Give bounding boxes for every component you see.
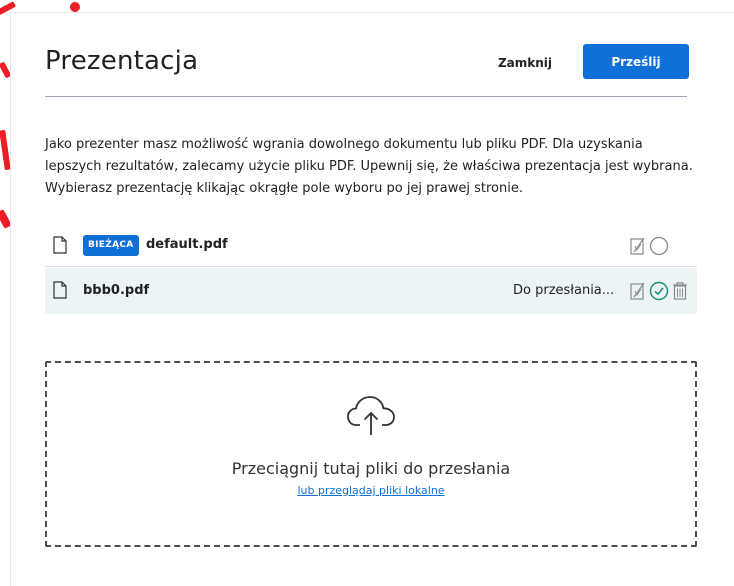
close-button[interactable]: Zamknij: [487, 46, 563, 78]
file-row: BIEŻĄCA default.pdf: [45, 226, 697, 267]
radio-icon[interactable]: [649, 236, 669, 256]
file-icon: [53, 236, 67, 254]
modal-title: Prezentacja: [45, 46, 199, 76]
file-dropzone[interactable]: Przeciągnij tutaj pliki do przesłania lu…: [45, 361, 697, 547]
dropzone-text: Przeciągnij tutaj pliki do przesłania: [231, 459, 511, 478]
file-row: bbb0.pdf Do przesłania...: [45, 268, 697, 314]
download-toggle-icon[interactable]: [629, 281, 647, 301]
trash-icon[interactable]: [672, 281, 688, 301]
upload-status: Do przesłania...: [513, 283, 615, 298]
check-circle-icon[interactable]: [649, 281, 669, 301]
intro-text: Jako prezenter masz możliwość wgrania do…: [45, 137, 693, 196]
cloud-upload-icon: [347, 396, 395, 435]
current-badge: BIEŻĄCA: [83, 235, 139, 256]
browse-local-files-link[interactable]: lub przeglądaj pliki lokalne: [47, 484, 695, 497]
file-icon: [53, 281, 67, 299]
file-name: bbb0.pdf: [83, 283, 150, 298]
download-toggle-icon[interactable]: [629, 236, 647, 256]
modal-header: Prezentacja Zamknij Prześlij: [45, 42, 689, 97]
page: Prezentacja Zamknij Prześlij Jako prezen…: [0, 0, 734, 586]
upload-button[interactable]: Prześlij: [583, 44, 689, 79]
file-name: default.pdf: [146, 237, 228, 252]
